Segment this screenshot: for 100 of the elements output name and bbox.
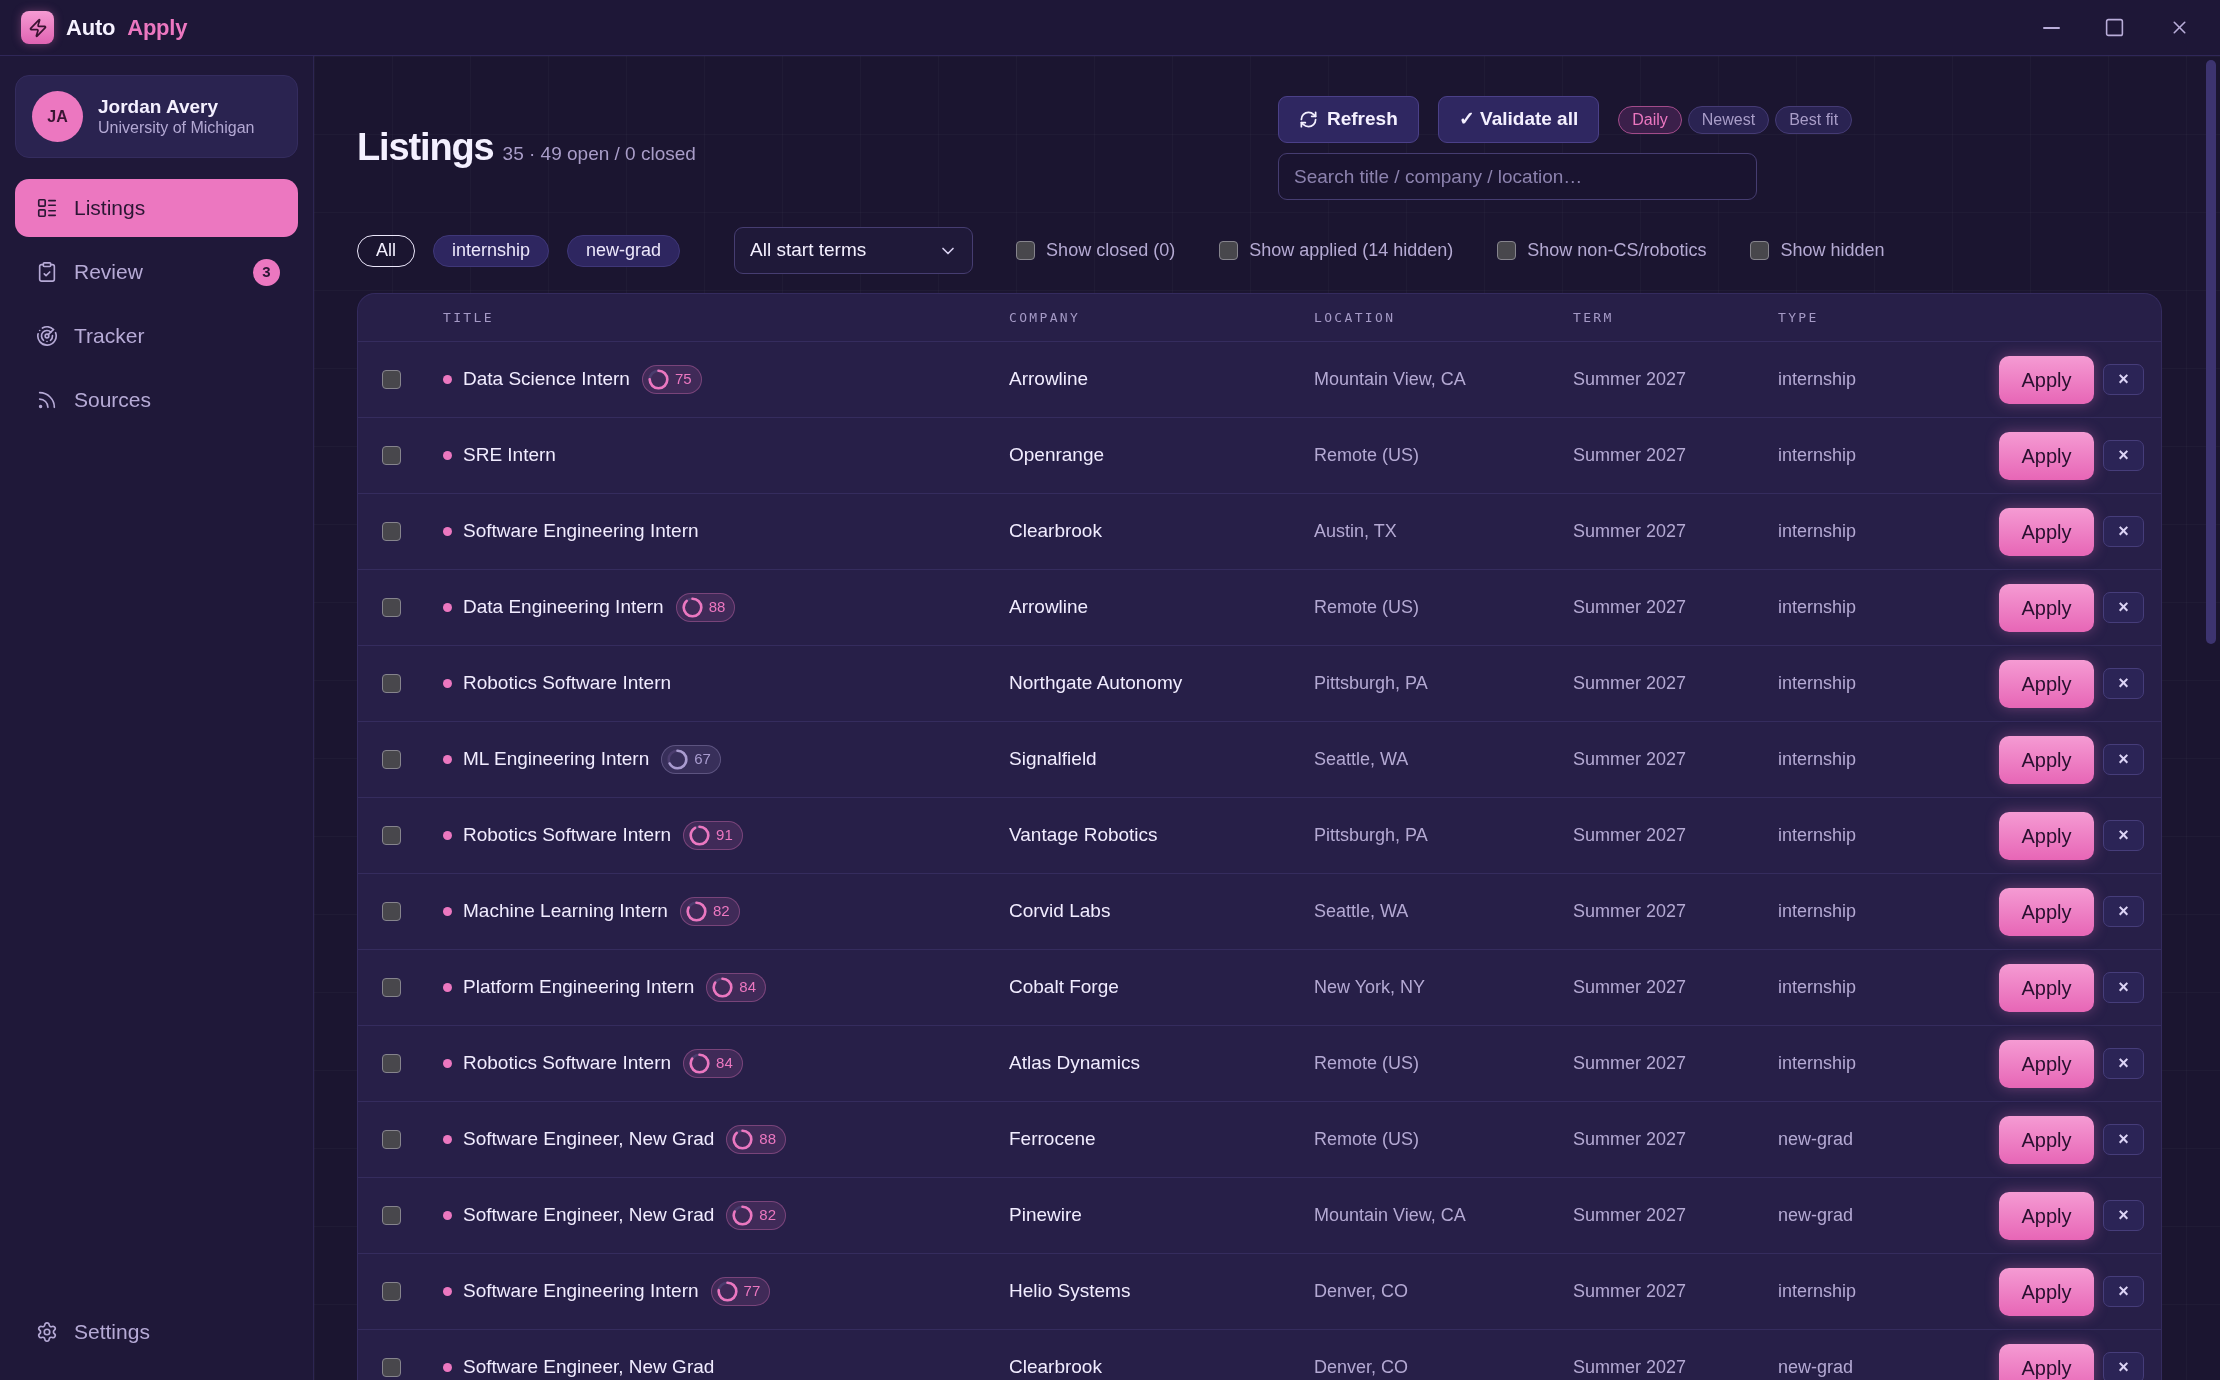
type-text: new-grad — [1778, 1128, 1854, 1151]
dismiss-button[interactable]: × — [2103, 364, 2144, 395]
term-text: Summer 2027 — [1573, 596, 1687, 619]
score-value: 91 — [716, 825, 733, 846]
location-text: Seattle, WA — [1314, 900, 1409, 923]
apply-button[interactable]: Apply — [1999, 963, 2094, 1012]
dismiss-button[interactable]: × — [2103, 1276, 2144, 1307]
validate-button[interactable]: ✓ Validate all — [1437, 96, 1600, 143]
sort-chip[interactable]: Daily — [1618, 105, 1682, 134]
location-text: Remote (US) — [1314, 1052, 1420, 1075]
job-title: Data Science Intern — [463, 367, 630, 392]
apply-button[interactable]: Apply — [1999, 1267, 2094, 1316]
apply-button[interactable]: Apply — [1999, 659, 2094, 708]
checkbox[interactable] — [382, 750, 401, 769]
checkbox[interactable] — [382, 1358, 401, 1377]
settings-item[interactable]: Settings — [15, 1303, 298, 1361]
dismiss-button[interactable]: × — [2103, 440, 2144, 471]
dismiss-button[interactable]: × — [2103, 896, 2144, 927]
location-text: Remote (US) — [1314, 596, 1420, 619]
dismiss-button[interactable]: × — [2103, 1124, 2144, 1155]
apply-button[interactable]: Apply — [1999, 583, 2094, 632]
term-text: Summer 2027 — [1573, 824, 1687, 847]
checkbox[interactable] — [382, 446, 401, 465]
checkbox[interactable] — [382, 522, 401, 541]
apply-button[interactable]: Apply — [1999, 735, 2094, 784]
sort-chip[interactable]: Newest — [1687, 105, 1770, 134]
apply-button[interactable]: Apply — [1999, 887, 2094, 936]
dismiss-button[interactable]: × — [2103, 820, 2144, 851]
dismiss-button[interactable]: × — [2103, 516, 2144, 547]
checkbox[interactable] — [1750, 241, 1770, 260]
checkbox[interactable] — [382, 826, 401, 845]
term-text: Summer 2027 — [1573, 1204, 1687, 1227]
company-name: Clearbrook — [1009, 519, 1102, 544]
sort-chip[interactable]: Best fit — [1775, 105, 1853, 134]
nav-item[interactable]: Sources — [15, 371, 298, 429]
type-text: internship — [1778, 444, 1857, 467]
checkbox[interactable] — [1497, 241, 1517, 260]
refresh-button[interactable]: Refresh — [1278, 96, 1419, 143]
scrollbar-thumb[interactable] — [2206, 60, 2216, 644]
checkbox[interactable] — [382, 598, 401, 617]
apply-button[interactable]: Apply — [1999, 1039, 2094, 1088]
term-text: Summer 2027 — [1573, 368, 1687, 391]
type-text: internship — [1778, 1280, 1857, 1303]
dismiss-button[interactable]: × — [2103, 1200, 2144, 1231]
checkbox[interactable] — [382, 1206, 401, 1225]
score-value: 82 — [759, 1205, 777, 1226]
nav-item[interactable]: Listings — [15, 179, 298, 237]
apply-button[interactable]: Apply — [1999, 1191, 2094, 1240]
term-text: Summer 2027 — [1573, 748, 1687, 771]
user-name: Jordan Avery — [98, 94, 220, 119]
location-text: Denver, CO — [1314, 1356, 1409, 1379]
apply-button[interactable]: Apply — [1999, 355, 2094, 404]
checkbox[interactable] — [382, 902, 401, 921]
checkbox[interactable] — [382, 674, 401, 693]
dismiss-button[interactable]: × — [2103, 744, 2144, 775]
term-dropdown[interactable]: All start terms — [734, 227, 974, 274]
type-text: internship — [1778, 824, 1857, 847]
column-header: TYPE — [1778, 308, 1819, 327]
user-school: University of Michigan — [98, 118, 255, 139]
nav-item[interactable]: Review 3 — [15, 243, 298, 301]
maximize-icon — [2104, 17, 2125, 38]
term-text: Summer 2027 — [1573, 976, 1687, 999]
checkbox[interactable] — [1219, 241, 1239, 260]
apply-button[interactable]: Apply — [1999, 431, 2094, 480]
dismiss-button[interactable]: × — [2103, 972, 2144, 1003]
checkbox[interactable] — [382, 1054, 401, 1073]
dismiss-button[interactable]: × — [2103, 1352, 2144, 1380]
apply-button[interactable]: Apply — [1999, 811, 2094, 860]
apply-button[interactable]: Apply — [1999, 1115, 2094, 1164]
dismiss-button[interactable]: × — [2103, 592, 2144, 623]
search-field[interactable]: Search title / company / location… — [1278, 153, 1757, 200]
job-title: Software Engineering Intern — [463, 1279, 699, 1304]
minimize-button[interactable] — [2043, 26, 2060, 29]
job-title: Software Engineer, New Grad — [463, 1355, 715, 1380]
job-title: Robotics Software Intern — [463, 823, 672, 848]
maximize-button[interactable] — [2104, 17, 2125, 38]
filter-chip[interactable]: internship — [433, 234, 550, 267]
nav-item[interactable]: Tracker — [15, 307, 298, 365]
checkbox[interactable] — [382, 370, 401, 389]
checkbox-label: Show applied (14 hidden) — [1249, 239, 1454, 262]
dismiss-button[interactable]: × — [2103, 1048, 2144, 1079]
location-text: Pittsburgh, PA — [1314, 672, 1428, 695]
checkbox[interactable] — [382, 1130, 401, 1149]
company-name: Pinewire — [1009, 1203, 1082, 1228]
lightning-logo-icon — [21, 11, 54, 44]
location-text: Austin, TX — [1314, 520, 1397, 543]
filter-chip[interactable]: new-grad — [567, 234, 681, 267]
clipboard-check-icon — [36, 261, 58, 283]
company-name: Openrange — [1009, 443, 1105, 468]
checkbox-label: Show non-CS/robotics — [1527, 239, 1707, 262]
apply-button[interactable]: Apply — [1999, 1343, 2094, 1380]
dismiss-button[interactable]: × — [2103, 668, 2144, 699]
checkbox[interactable] — [1016, 241, 1036, 260]
apply-button[interactable]: Apply — [1999, 507, 2094, 556]
checkbox[interactable] — [382, 978, 401, 997]
term-text: Summer 2027 — [1573, 1128, 1687, 1151]
type-text: new-grad — [1778, 1356, 1854, 1379]
job-title: ML Engineering Intern — [463, 747, 650, 772]
checkbox[interactable] — [382, 1282, 401, 1301]
company-name: Clearbrook — [1009, 1355, 1102, 1380]
